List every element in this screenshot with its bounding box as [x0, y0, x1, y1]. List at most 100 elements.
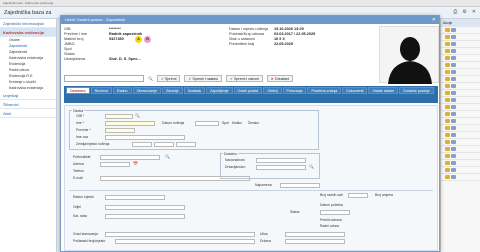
nacionalnost-field[interactable]	[256, 158, 306, 163]
grad-field[interactable]	[105, 232, 255, 237]
document-icon[interactable]	[451, 161, 456, 165]
search-input[interactable]	[64, 75, 144, 82]
folder-icon[interactable]	[445, 168, 450, 172]
folder-icon[interactable]	[445, 126, 450, 130]
document-icon[interactable]	[451, 56, 456, 60]
drzavljanstvo-field[interactable]	[256, 165, 306, 170]
folder-icon[interactable]	[445, 119, 450, 123]
save-button[interactable]: ✓ Spremi	[156, 75, 181, 82]
folder-icon[interactable]	[445, 91, 450, 95]
datum-rodjenja-field[interactable]	[195, 121, 219, 126]
action-row[interactable]	[441, 76, 480, 83]
document-icon[interactable]	[451, 91, 456, 95]
folder-icon[interactable]	[445, 98, 450, 102]
folder-icon[interactable]	[445, 35, 450, 39]
tab[interactable]: Dokumenti	[342, 87, 368, 94]
prezime-field[interactable]	[105, 128, 135, 133]
drzava2-field[interactable]	[285, 239, 345, 244]
gear-icon[interactable]: ⚙	[462, 9, 466, 15]
adresa-field[interactable]	[100, 162, 130, 167]
tab[interactable]: Putovanja	[282, 87, 307, 94]
document-icon[interactable]	[451, 77, 456, 81]
ime-field[interactable]	[105, 121, 155, 126]
broj-sati-field[interactable]	[348, 193, 368, 198]
search-icon[interactable]: 🔍	[165, 154, 170, 159]
action-row[interactable]	[441, 118, 480, 125]
action-row[interactable]	[441, 174, 480, 181]
search-icon[interactable]: 🔍	[135, 113, 140, 118]
tab[interactable]: Dodatak	[183, 87, 206, 94]
action-row[interactable]	[441, 146, 480, 153]
action-row[interactable]	[441, 34, 480, 41]
folder-icon[interactable]	[445, 28, 450, 32]
cancel-button[interactable]: ✕ Odustani	[266, 75, 294, 82]
document-icon[interactable]	[451, 28, 456, 32]
action-row[interactable]	[441, 153, 480, 160]
ulica-field[interactable]	[285, 232, 345, 237]
folder-icon[interactable]	[445, 42, 450, 46]
action-row[interactable]	[441, 90, 480, 97]
folder-icon[interactable]	[445, 56, 450, 60]
search-icon[interactable]: 🔍	[148, 76, 153, 81]
document-icon[interactable]	[451, 42, 456, 46]
action-row[interactable]	[441, 27, 480, 34]
document-icon[interactable]	[451, 112, 456, 116]
tab[interactable]: Dodatne pozicije	[399, 87, 434, 94]
action-row[interactable]	[441, 167, 480, 174]
document-icon[interactable]	[451, 49, 456, 53]
close-icon[interactable]: ✕	[432, 16, 436, 24]
document-icon[interactable]	[451, 98, 456, 102]
folder-icon[interactable]	[445, 63, 450, 67]
document-icon[interactable]	[451, 175, 456, 179]
action-row[interactable]	[441, 132, 480, 139]
close-icon[interactable]: ✕	[472, 9, 476, 15]
folder-icon[interactable]	[445, 105, 450, 109]
tab[interactable]: Obrazovanje	[132, 87, 161, 94]
tab[interactable]: Rezerva	[90, 87, 112, 94]
tab-osnovno[interactable]: Osnovno	[66, 87, 90, 94]
folder-icon[interactable]	[445, 140, 450, 144]
folder-icon[interactable]	[445, 154, 450, 158]
tab[interactable]: Zdravlje	[161, 87, 183, 94]
tab[interactable]: Obitelj	[263, 87, 282, 94]
document-icon[interactable]	[451, 84, 456, 88]
tab[interactable]: Ostali podaci	[233, 87, 263, 94]
opcina-field[interactable]	[176, 142, 196, 147]
kat-rada-field[interactable]	[105, 214, 185, 219]
sidebar-item-zajednicki[interactable]: Zajednički informacijski	[0, 19, 56, 28]
document-icon[interactable]	[451, 140, 456, 144]
odjel-field[interactable]	[105, 205, 185, 210]
print-icon[interactable]: ⎙	[453, 9, 457, 15]
browser-tab[interactable]: Kadrovska evidencija	[25, 1, 53, 5]
sidebar-item-sifrarnici[interactable]: Šifrarnici	[0, 100, 56, 109]
folder-icon[interactable]	[445, 84, 450, 88]
action-row[interactable]	[441, 104, 480, 111]
tab[interactable]: Radno	[112, 87, 132, 94]
document-icon[interactable]	[451, 63, 456, 67]
tab[interactable]: Ostale stavke	[368, 87, 399, 94]
sidebar-item-alati[interactable]: Alati	[0, 109, 56, 118]
document-icon[interactable]	[451, 70, 456, 74]
tab[interactable]: Posebna znanja	[307, 87, 342, 94]
folder-icon[interactable]	[445, 175, 450, 179]
document-icon[interactable]	[451, 119, 456, 123]
zemlja-field[interactable]	[132, 142, 152, 147]
oib-field[interactable]	[105, 114, 133, 119]
radio-musko[interactable]: Muško	[232, 121, 242, 125]
document-icon[interactable]	[451, 35, 456, 39]
document-icon[interactable]	[451, 168, 456, 172]
status-select[interactable]	[320, 210, 350, 215]
folder-icon[interactable]	[445, 161, 450, 165]
mjesto-field[interactable]	[154, 142, 174, 147]
document-icon[interactable]	[451, 147, 456, 151]
action-row[interactable]	[441, 160, 480, 167]
folder-icon[interactable]	[445, 49, 450, 53]
browser-tab[interactable]: Zajednički web	[3, 1, 23, 5]
action-row[interactable]	[441, 48, 480, 55]
sidebar-item-kadrovska[interactable]: Kadrovska evidencija	[0, 28, 56, 37]
document-icon[interactable]	[451, 133, 456, 137]
action-row[interactable]	[441, 111, 480, 118]
action-row[interactable]	[441, 97, 480, 104]
save-close-button[interactable]: ✓ Spremi i zatvori	[225, 75, 263, 82]
tab[interactable]: Zapošljenje	[206, 87, 233, 94]
